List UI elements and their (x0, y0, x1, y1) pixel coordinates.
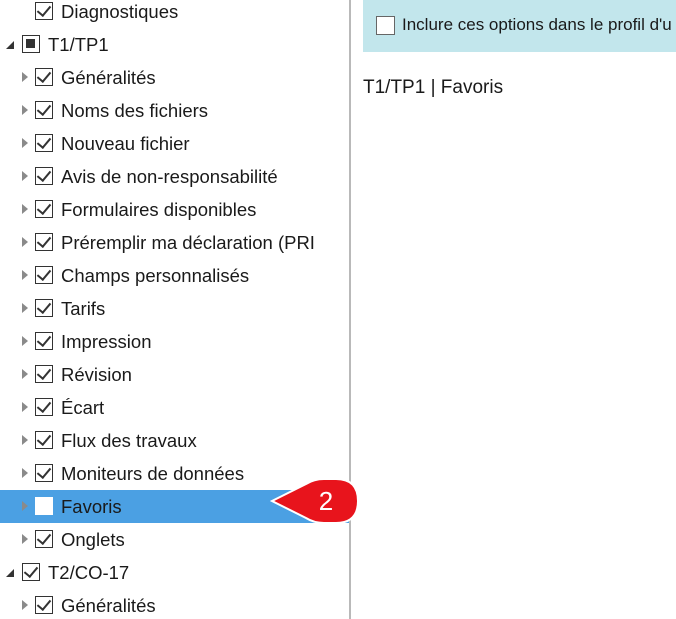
tree-item-checkbox[interactable] (35, 233, 53, 251)
tree-item[interactable]: Préremplir ma déclaration (PRI (0, 226, 349, 259)
collapse-arrow-icon[interactable] (22, 468, 28, 478)
tree-item[interactable]: Généralités (0, 589, 349, 619)
tree-item-label: Révision (61, 364, 132, 385)
tree-item-label: Impression (61, 331, 152, 352)
tree-item-checkbox[interactable] (35, 134, 53, 152)
tree-item-label: Diagnostiques (61, 1, 179, 22)
collapse-arrow-icon[interactable] (22, 204, 28, 214)
tree-item-label: Favoris (61, 496, 122, 517)
tree-item[interactable]: Onglets (0, 523, 349, 556)
tree-item-checkbox[interactable] (22, 563, 40, 581)
collapse-arrow-icon[interactable] (22, 402, 28, 412)
tree-item-label: Flux des travaux (61, 430, 197, 451)
tree-item[interactable]: Tarifs (0, 292, 349, 325)
collapse-arrow-icon[interactable] (22, 600, 28, 610)
tree-item-label: T1/TP1 (48, 34, 109, 55)
collapse-arrow-icon[interactable] (22, 270, 28, 280)
callout-number: 2 (319, 486, 333, 516)
tree-item[interactable]: Noms des fichiers (0, 94, 349, 127)
tree-item[interactable]: Révision (0, 358, 349, 391)
collapse-arrow-icon[interactable] (22, 435, 28, 445)
tree-item[interactable]: Avis de non-responsabilité (0, 160, 349, 193)
collapse-arrow-icon[interactable] (22, 534, 28, 544)
tree-item-label: Champs personnalisés (61, 265, 250, 286)
tree-item-label: Nouveau fichier (61, 133, 190, 154)
expand-arrow-icon[interactable] (6, 569, 14, 577)
page-title: T1/TP1 | Favoris (363, 77, 504, 98)
tree-item-label: Tarifs (61, 298, 106, 319)
include-in-profile-label: Inclure ces options dans le profil d'u (402, 15, 672, 34)
collapse-arrow-icon[interactable] (22, 303, 28, 313)
tree-item[interactable]: Flux des travaux (0, 424, 349, 457)
include-in-profile-checkbox[interactable] (376, 16, 395, 35)
tree-item-label: Avis de non-responsabilité (61, 166, 278, 187)
tree-item-checkbox[interactable] (22, 35, 40, 53)
tree-item-checkbox[interactable] (35, 200, 53, 218)
tree-item-checkbox[interactable] (35, 332, 53, 350)
tree-item-label: T2/CO-17 (48, 562, 130, 583)
tree-item[interactable]: Nouveau fichier (0, 127, 349, 160)
tree-item-label: Écart (61, 397, 105, 418)
tree-item[interactable]: T1/TP1 (0, 28, 349, 61)
collapse-arrow-icon[interactable] (22, 138, 28, 148)
tree-item-label: Préremplir ma déclaration (PRI (61, 232, 315, 253)
collapse-arrow-icon[interactable] (22, 72, 28, 82)
tree-item[interactable]: Formulaires disponibles (0, 193, 349, 226)
tree-item-label: Onglets (61, 529, 125, 550)
tree-item[interactable]: T2/CO-17 (0, 556, 349, 589)
tree-item-checkbox[interactable] (35, 365, 53, 383)
options-tree[interactable]: Diagnostiques T1/TP1 Généralités Noms des f… (0, 0, 349, 619)
collapse-arrow-icon[interactable] (22, 369, 28, 379)
tree-item-checkbox[interactable] (35, 167, 53, 185)
tree-item-checkbox[interactable] (35, 431, 53, 449)
tree-item-checkbox[interactable] (35, 68, 53, 86)
tree-item[interactable]: Impression (0, 325, 349, 358)
info-bar: Inclure ces options dans le profil d'u (363, 0, 676, 52)
tree-item-checkbox[interactable] (35, 2, 53, 20)
tree-item[interactable]: Diagnostiques (0, 0, 349, 28)
tree-item-label: Généralités (61, 67, 156, 88)
tree-item-checkbox[interactable] (35, 497, 53, 515)
tree-item-label: Moniteurs de données (61, 463, 245, 484)
tree-item-checkbox[interactable] (35, 530, 53, 548)
collapse-arrow-icon[interactable] (22, 171, 28, 181)
callout-shape (270, 478, 360, 524)
tree-item-checkbox[interactable] (35, 299, 53, 317)
tree-item-checkbox[interactable] (35, 266, 53, 284)
tree-item[interactable]: Champs personnalisés (0, 259, 349, 292)
collapse-arrow-icon[interactable] (22, 105, 28, 115)
expand-arrow-icon[interactable] (6, 41, 14, 49)
collapse-arrow-icon[interactable] (22, 336, 28, 346)
tree-item-label: Noms des fichiers (61, 100, 209, 121)
content-pane: Inclure ces options dans le profil d'u T… (351, 0, 676, 619)
tree-item[interactable]: Écart (0, 391, 349, 424)
tree-item-checkbox[interactable] (35, 101, 53, 119)
tree-item-label: Généralités (61, 595, 156, 616)
tree-item-label: Formulaires disponibles (61, 199, 257, 220)
collapse-arrow-icon[interactable] (22, 237, 28, 247)
tree-item[interactable]: Généralités (0, 61, 349, 94)
tree-item-checkbox[interactable] (35, 398, 53, 416)
tree-item-checkbox[interactable] (35, 464, 53, 482)
tree-item-checkbox[interactable] (35, 596, 53, 614)
collapse-arrow-icon[interactable] (22, 501, 28, 511)
step-callout-badge: 2 (270, 478, 360, 524)
